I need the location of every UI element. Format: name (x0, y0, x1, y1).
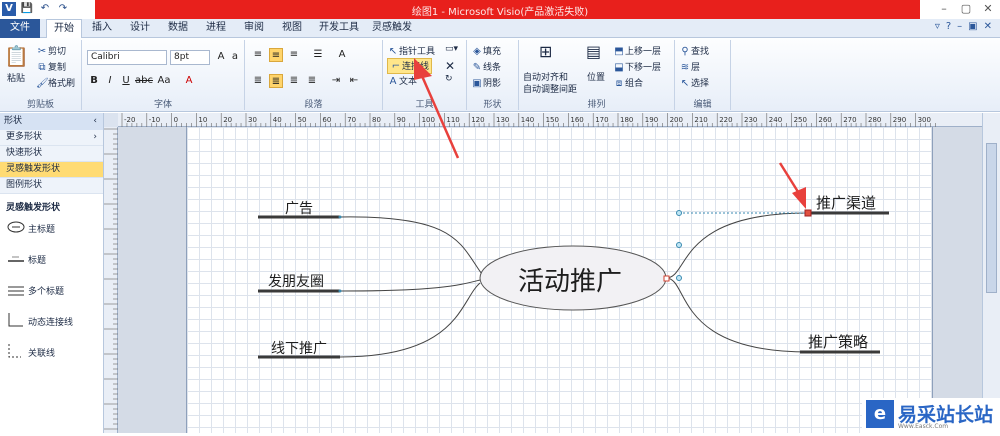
handle-point[interactable] (676, 210, 682, 216)
connection-point (338, 215, 342, 219)
watermark-logo-icon: e (866, 400, 894, 428)
branch-moments[interactable] (339, 279, 481, 292)
watermark-sub: Www.Easck.Com (898, 423, 949, 430)
annotation-arrow-endpoint (778, 162, 806, 209)
topic-moments[interactable]: 发朋友圈 (268, 271, 324, 291)
endpoint-handle[interactable] (663, 275, 670, 282)
topic-offline[interactable]: 线下推广 (271, 338, 327, 358)
watermark: e 易采站长站 Www.Easck.Com (862, 398, 1000, 433)
branch-channel[interactable] (665, 212, 809, 279)
branch-offline[interactable] (339, 282, 481, 358)
connection-point (338, 289, 342, 293)
branch-ad[interactable] (339, 216, 485, 278)
topic-strategy[interactable]: 推广策略 (808, 331, 868, 352)
endpoint-handle-red[interactable] (804, 209, 812, 217)
handle-point[interactable] (676, 242, 682, 248)
annotation-arrow-connector (414, 58, 460, 159)
branch-strategy[interactable] (665, 277, 809, 353)
topic-channel[interactable]: 推广渠道 (816, 192, 876, 213)
handle-point[interactable] (676, 275, 682, 281)
diagram-svg (258, 58, 889, 359)
topic-ad[interactable]: 广告 (285, 198, 313, 218)
central-topic[interactable]: 活动推广 (518, 261, 622, 298)
